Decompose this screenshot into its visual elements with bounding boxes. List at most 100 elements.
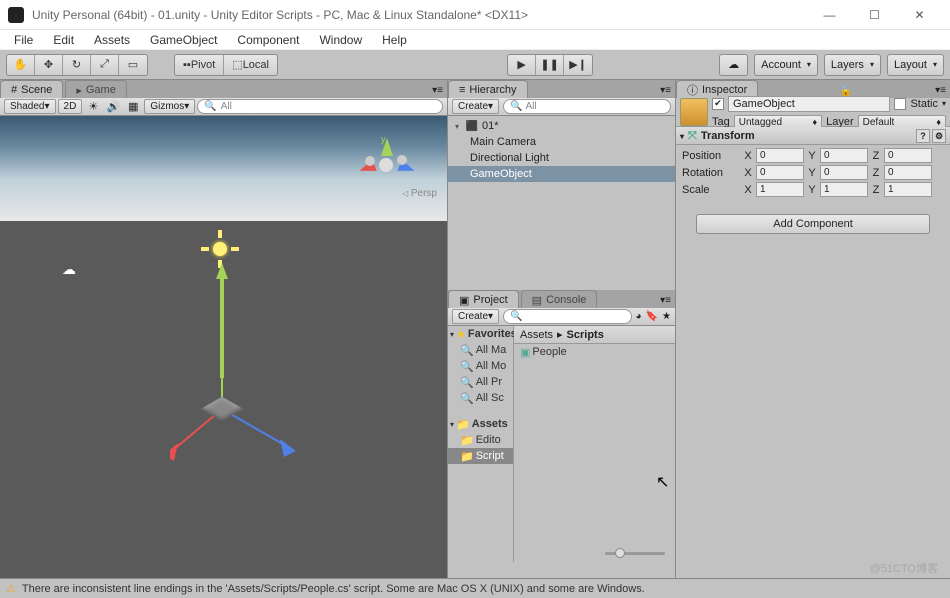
hierarchy-item-light[interactable]: Directional Light: [448, 150, 675, 166]
2d-toggle[interactable]: 2D: [58, 99, 83, 114]
rotation-y[interactable]: 0: [820, 165, 868, 180]
main-area: #Scene ▸Game ▾≡ Shaded ▾ 2D ☀ 🔊 ▦ Gizmos…: [0, 80, 950, 578]
unity-logo-icon: [8, 7, 24, 23]
hierarchy-item-camera[interactable]: Main Camera: [448, 134, 675, 150]
status-bar: ⚠ There are inconsistent line endings in…: [0, 578, 950, 598]
breadcrumb-assets[interactable]: Assets: [520, 329, 553, 341]
transform-tools: ✋ ✥ ↻ ⤢ ▭: [6, 54, 148, 76]
tab-project[interactable]: ▣ Project: [448, 290, 519, 308]
project-create-dropdown[interactable]: Create ▾: [452, 309, 499, 324]
tab-console[interactable]: ▤ Console: [521, 290, 598, 308]
rotate-tool-button[interactable]: ↻: [63, 55, 91, 75]
tab-game[interactable]: ▸Game: [65, 80, 127, 98]
status-message: There are inconsistent line endings in t…: [22, 583, 645, 595]
local-button[interactable]: ⬚ Local: [224, 55, 277, 75]
icon-size-slider[interactable]: [605, 548, 665, 558]
hierarchy-panel: ≡ Hierarchy ▾≡ Create ▾ 🔍All ▾⬛01* Main …: [448, 80, 675, 290]
project-content[interactable]: Assets ▸ Scripts ▣ People: [514, 326, 675, 562]
account-dropdown[interactable]: Account▾: [754, 54, 818, 76]
cloud-button[interactable]: ☁: [719, 54, 748, 76]
scene-search[interactable]: 🔍All: [197, 99, 443, 114]
transform-component: ▾ ⤧ Transform ? ⚙ PositionX0Y0Z0 Rotatio…: [676, 127, 950, 200]
pivot-button[interactable]: ▪▪ Pivot: [175, 55, 224, 75]
layout-dropdown[interactable]: Layout▾: [887, 54, 944, 76]
hierarchy-create-dropdown[interactable]: Create ▾: [452, 99, 499, 114]
tab-scene[interactable]: #Scene: [0, 80, 63, 98]
static-checkbox[interactable]: [894, 98, 906, 110]
active-checkbox[interactable]: ✔: [712, 98, 724, 110]
breadcrumb-scripts[interactable]: Scripts: [567, 329, 604, 341]
asset-people[interactable]: ▣ People: [514, 344, 675, 360]
hierarchy-item-gameobject[interactable]: GameObject: [448, 166, 675, 182]
position-z[interactable]: 0: [884, 148, 932, 163]
project-search[interactable]: 🔍: [503, 309, 631, 324]
static-label: Static: [910, 98, 938, 110]
menu-assets[interactable]: Assets: [86, 31, 138, 49]
layers-dropdown[interactable]: Layers▾: [824, 54, 881, 76]
menu-edit[interactable]: Edit: [45, 31, 82, 49]
gizmos-dropdown[interactable]: Gizmos ▾: [144, 99, 195, 114]
menu-file[interactable]: File: [6, 31, 41, 49]
move-tool-button[interactable]: ✥: [35, 55, 63, 75]
hierarchy-search[interactable]: 🔍All: [503, 99, 671, 114]
tab-hierarchy[interactable]: ≡ Hierarchy: [448, 80, 528, 98]
inspector-panel: ⓘ Inspector 🔓 ▾≡ ✔ GameObject Static ▾: [676, 80, 950, 578]
orientation-gizmo[interactable]: y: [357, 136, 417, 196]
folder-icon: 📁: [460, 450, 474, 463]
step-button[interactable]: ▶❙: [564, 55, 592, 75]
gameobject-icon[interactable]: [680, 98, 708, 126]
settings-icon[interactable]: ⚙: [932, 129, 946, 143]
cloud-icon: ☁: [62, 261, 76, 278]
add-component-button[interactable]: Add Component: [696, 214, 930, 234]
project-panel-menu-icon[interactable]: ▾≡: [656, 293, 675, 308]
label-filter-icon[interactable]: 🔖: [646, 311, 658, 322]
help-icon[interactable]: ?: [916, 129, 930, 143]
hand-tool-button[interactable]: ✋: [7, 55, 35, 75]
warning-icon: ⚠: [6, 582, 16, 595]
folder-icon: 📁: [456, 418, 470, 431]
titlebar: Unity Personal (64bit) - 01.unity - Unit…: [0, 0, 950, 30]
scale-y[interactable]: 1: [820, 182, 868, 197]
transform-gizmo[interactable]: [170, 351, 350, 484]
menu-window[interactable]: Window: [311, 31, 370, 49]
filter-icon[interactable]: ◕: [636, 311, 642, 322]
rect-tool-button[interactable]: ▭: [119, 55, 147, 75]
hierarchy-panel-menu-icon[interactable]: ▾≡: [656, 83, 675, 98]
render-mode-dropdown[interactable]: Shaded ▾: [4, 99, 56, 114]
rotation-z[interactable]: 0: [884, 165, 932, 180]
menu-help[interactable]: Help: [374, 31, 415, 49]
folder-icon: 📁: [460, 434, 474, 447]
project-breadcrumb: Assets ▸ Scripts: [514, 326, 675, 344]
gameobject-name-field[interactable]: GameObject: [728, 96, 890, 112]
position-x[interactable]: 0: [756, 148, 804, 163]
menu-component[interactable]: Component: [229, 31, 307, 49]
sun-gizmo: [205, 234, 235, 264]
pivot-group: ▪▪ Pivot ⬚ Local: [174, 54, 278, 76]
minimize-button[interactable]: —: [807, 1, 852, 29]
mid-column: ≡ Hierarchy ▾≡ Create ▾ 🔍All ▾⬛01* Main …: [448, 80, 676, 578]
fx-icon[interactable]: ▦: [124, 99, 142, 114]
audio-icon[interactable]: 🔊: [104, 99, 122, 114]
position-y[interactable]: 0: [820, 148, 868, 163]
scale-tool-button[interactable]: ⤢: [91, 55, 119, 75]
menu-bar: File Edit Assets GameObject Component Wi…: [0, 30, 950, 50]
close-button[interactable]: ✕: [897, 1, 942, 29]
scale-x[interactable]: 1: [756, 182, 804, 197]
save-filter-icon[interactable]: ★: [662, 311, 671, 322]
pause-button[interactable]: ❚❚: [536, 55, 564, 75]
maximize-button[interactable]: ☐: [852, 1, 897, 29]
hierarchy-scene-root[interactable]: ▾⬛01*: [448, 118, 675, 134]
window-title: Unity Personal (64bit) - 01.unity - Unit…: [32, 8, 528, 22]
static-dropdown-icon[interactable]: ▾: [942, 99, 946, 108]
menu-gameobject[interactable]: GameObject: [142, 31, 225, 49]
scene-pane: #Scene ▸Game ▾≡ Shaded ▾ 2D ☀ 🔊 ▦ Gizmos…: [0, 80, 448, 578]
scene-viewport[interactable]: ◁ Persp y ☁: [0, 116, 447, 578]
project-tree[interactable]: ▾★Favorites 🔍All Ma 🔍All Mo 🔍All Pr 🔍All…: [448, 326, 514, 562]
play-button[interactable]: ▶: [508, 55, 536, 75]
scene-toolbar: Shaded ▾ 2D ☀ 🔊 ▦ Gizmos ▾ 🔍All: [0, 98, 447, 116]
rotation-x[interactable]: 0: [756, 165, 804, 180]
scale-z[interactable]: 1: [884, 182, 932, 197]
panel-menu-icon[interactable]: ▾≡: [428, 83, 447, 98]
component-fold-icon[interactable]: ▾: [680, 132, 684, 141]
lighting-icon[interactable]: ☀: [84, 99, 102, 114]
